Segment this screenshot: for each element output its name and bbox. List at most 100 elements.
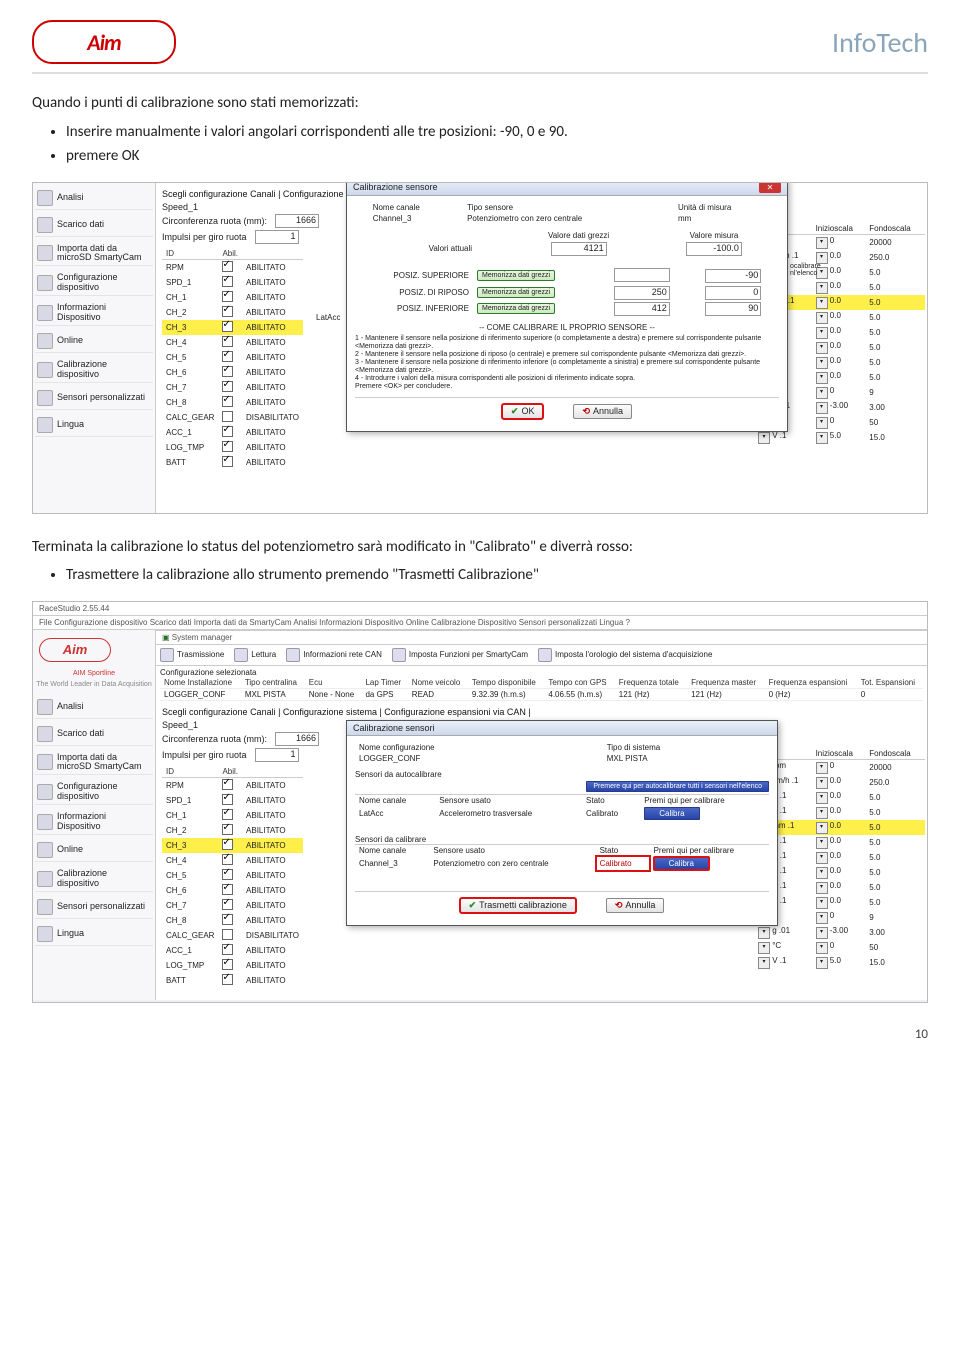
menubar[interactable]: File Configurazione dispositivo Scarico … [33,616,927,630]
chevron-down-icon[interactable]: ▾ [816,942,828,954]
enable-checkbox[interactable] [222,306,233,317]
toolbar-button[interactable]: Trasmissione [160,648,224,662]
tab-canali-2[interactable]: Canali [250,707,276,717]
memorize-button[interactable]: Memorizza dati grezzi [477,287,555,298]
chevron-down-icon[interactable]: ▾ [816,357,828,369]
enable-checkbox[interactable] [222,869,233,880]
chevron-down-icon[interactable]: ▾ [816,327,828,339]
tab-canali[interactable]: Canali [250,189,276,199]
enable-checkbox[interactable] [222,779,233,790]
memorize-button[interactable]: Memorizza dati grezzi [477,270,555,281]
chevron-down-icon[interactable]: ▾ [816,777,828,789]
sidebar-item[interactable]: Calibrazione dispositivo [35,866,153,892]
chevron-down-icon[interactable]: ▾ [758,957,770,969]
sidebar-item[interactable]: Informazioni Dispositivo [35,809,153,835]
chevron-down-icon[interactable]: ▾ [816,837,828,849]
sidebar-item[interactable]: Scarico dati [35,723,153,746]
toolbar-button[interactable]: Imposta l'orologio del sistema d'acquisi… [538,648,712,662]
chevron-down-icon[interactable]: ▾ [816,792,828,804]
imp-input-2[interactable]: 1 [255,748,299,762]
ok-button[interactable]: ✔OK [502,404,544,419]
chevron-down-icon[interactable]: ▾ [816,852,828,864]
enable-checkbox[interactable] [222,441,233,452]
enable-checkbox[interactable] [222,944,233,955]
raw-value[interactable]: 412 [614,302,670,316]
enable-checkbox[interactable] [222,396,233,407]
enable-checkbox[interactable] [222,456,233,467]
chevron-down-icon[interactable]: ▾ [816,912,828,924]
enable-checkbox[interactable] [222,854,233,865]
chevron-down-icon[interactable]: ▾ [816,417,828,429]
enable-checkbox[interactable] [222,411,233,422]
chevron-down-icon[interactable]: ▾ [816,297,828,309]
chevron-down-icon[interactable]: ▾ [816,867,828,879]
chevron-down-icon[interactable]: ▾ [816,807,828,819]
chevron-down-icon[interactable]: ▾ [816,372,828,384]
circ-input-2[interactable]: 1666 [275,732,319,746]
chevron-down-icon[interactable]: ▾ [816,402,828,414]
sidebar-item[interactable]: Scarico dati [35,214,153,237]
memorize-button[interactable]: Memorizza dati grezzi [477,303,555,314]
enable-checkbox[interactable] [222,426,233,437]
autocalibrate-all-button[interactable]: Premere qui per autocalibrare tutti i se… [586,781,769,792]
enable-checkbox[interactable] [222,824,233,835]
chevron-down-icon[interactable]: ▾ [758,432,770,444]
chevron-down-icon[interactable]: ▾ [816,897,828,909]
enable-checkbox[interactable] [222,381,233,392]
toolbar-button[interactable]: Informazioni rete CAN [286,648,382,662]
toolbar-button[interactable]: Lettura [234,648,276,662]
toolbar-button[interactable]: Imposta Funzioni per SmartyCam [392,648,528,662]
sidebar-item[interactable]: Lingua [35,923,153,946]
enable-checkbox[interactable] [222,291,233,302]
enable-checkbox[interactable] [222,974,233,985]
enable-checkbox[interactable] [222,929,233,940]
enable-checkbox[interactable] [222,321,233,332]
sidebar-item[interactable]: Configurazione dispositivo [35,779,153,805]
chevron-down-icon[interactable]: ▾ [816,432,828,444]
raw-value[interactable]: 250 [614,286,670,300]
measure-value[interactable]: 90 [705,302,761,316]
trasmetti-button[interactable]: ✔Trasmetti calibrazione [460,898,576,913]
enable-checkbox[interactable] [222,959,233,970]
enable-checkbox[interactable] [222,899,233,910]
enable-checkbox[interactable] [222,351,233,362]
close-icon[interactable]: ✕ [759,182,781,193]
sidebar-item[interactable]: Online [35,839,153,862]
sidebar-item[interactable]: Importa dati da microSD SmartyCam [35,241,153,267]
sidebar-item[interactable]: Sensori personalizzati [35,896,153,919]
measure-value[interactable]: -90 [705,269,761,283]
raw-value[interactable] [614,268,670,282]
chevron-down-icon[interactable]: ▾ [816,387,828,399]
sidebar-item[interactable]: Analisi [35,187,153,210]
enable-checkbox[interactable] [222,884,233,895]
enable-checkbox[interactable] [222,366,233,377]
chevron-down-icon[interactable]: ▾ [758,942,770,954]
chevron-down-icon[interactable]: ▾ [816,312,828,324]
sidebar-item[interactable]: Analisi [35,696,153,719]
imp-input[interactable]: 1 [255,230,299,244]
circ-input[interactable]: 1666 [275,214,319,228]
chevron-down-icon[interactable]: ▾ [816,882,828,894]
enable-checkbox[interactable] [222,839,233,850]
chevron-down-icon[interactable]: ▾ [816,927,828,939]
chevron-down-icon[interactable]: ▾ [816,237,828,249]
sidebar-item[interactable]: Online [35,330,153,353]
calibra-button[interactable]: Calibra [654,857,709,870]
chevron-down-icon[interactable]: ▾ [816,822,828,834]
enable-checkbox[interactable] [222,794,233,805]
sidebar-item[interactable]: Sensori personalizzati [35,387,153,410]
chevron-down-icon[interactable]: ▾ [816,762,828,774]
enable-checkbox[interactable] [222,809,233,820]
chevron-down-icon[interactable]: ▾ [816,342,828,354]
annulla-button[interactable]: ⟲Annulla [606,898,665,913]
enable-checkbox[interactable] [222,276,233,287]
enable-checkbox[interactable] [222,336,233,347]
chevron-down-icon[interactable]: ▾ [816,957,828,969]
enable-checkbox[interactable] [222,261,233,272]
sidebar-item[interactable]: Calibrazione dispositivo [35,357,153,383]
cancel-button[interactable]: ⟲Annulla [573,404,632,419]
chevron-down-icon[interactable]: ▾ [758,927,770,939]
measure-value[interactable]: 0 [705,286,761,300]
chevron-down-icon[interactable]: ▾ [816,282,828,294]
calibra-auto-button[interactable]: Calibra [644,807,699,820]
